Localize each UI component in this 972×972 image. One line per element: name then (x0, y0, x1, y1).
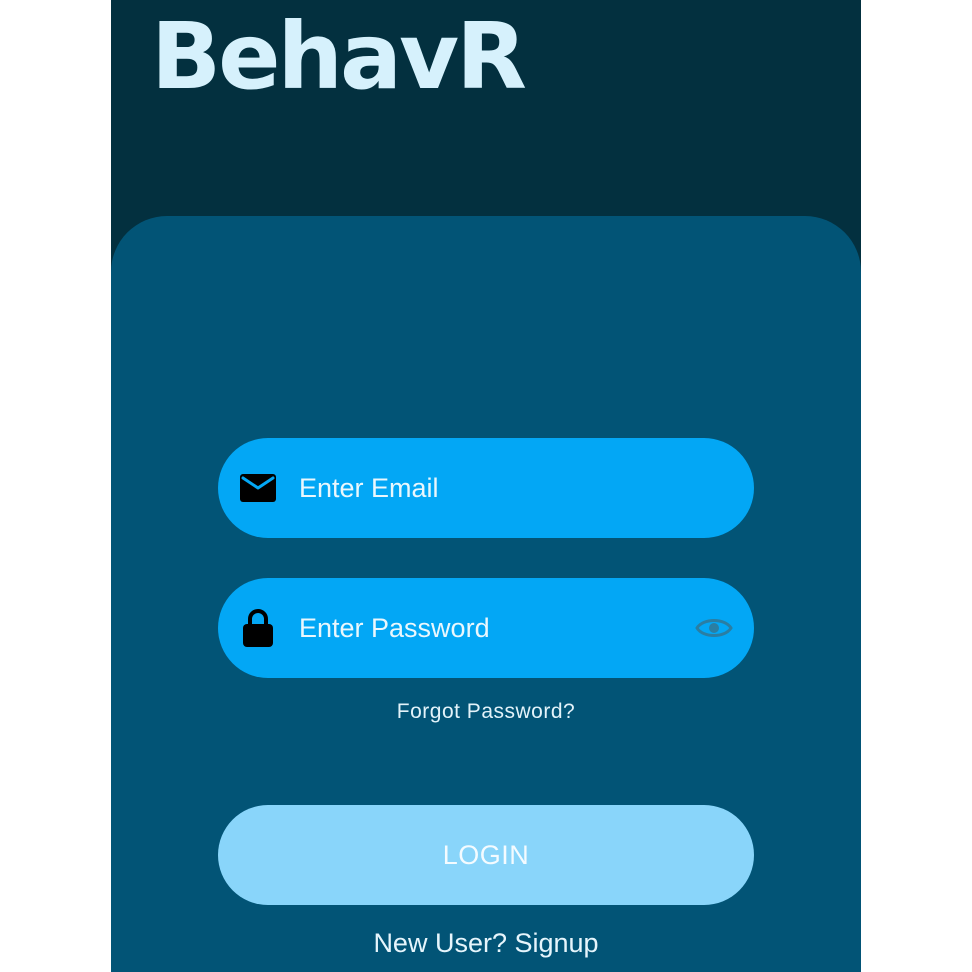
login-button[interactable]: LOGIN (218, 805, 754, 905)
email-field[interactable]: Enter Email (218, 438, 754, 538)
mail-icon (240, 468, 276, 508)
forgot-password-link[interactable]: Forgot Password? (111, 698, 861, 726)
eye-icon[interactable] (694, 610, 734, 646)
email-placeholder: Enter Email (299, 473, 439, 503)
login-card: Enter Email Enter Password Forgot Passwo… (111, 216, 861, 972)
login-screen: BehavR Enter Email Enter Password Forgot… (111, 0, 861, 972)
app-title: BehavR (151, 3, 527, 110)
password-placeholder: Enter Password (299, 613, 490, 643)
password-field[interactable]: Enter Password (218, 578, 754, 678)
lock-icon (240, 608, 276, 648)
signup-link[interactable]: New User? Signup (111, 923, 861, 963)
